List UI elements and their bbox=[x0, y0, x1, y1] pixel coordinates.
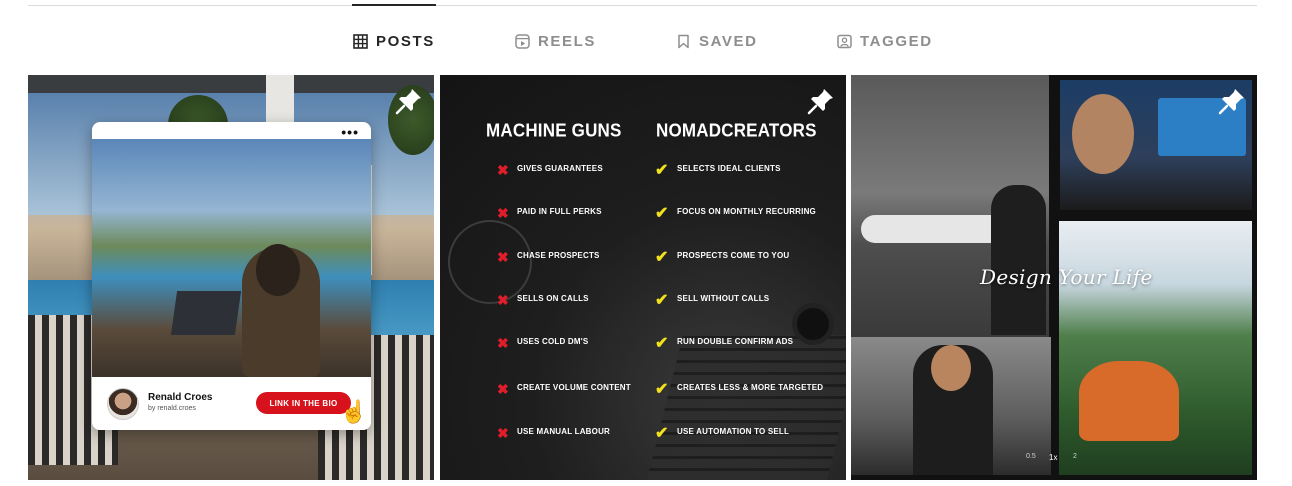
speed-option-slow: 0.5 bbox=[1026, 453, 1036, 460]
tab-posts[interactable]: POSTS bbox=[353, 28, 435, 54]
profile-tabs: POSTS REELS SAVED TAGGED bbox=[0, 28, 1292, 54]
machine-guns-heading: MACHINE GUNS bbox=[486, 120, 622, 141]
machine-guns-item: SELLS ON CALLS bbox=[517, 294, 589, 303]
post-3-photo-mountains bbox=[1059, 221, 1252, 475]
check-icon: ✔ bbox=[655, 335, 669, 352]
cross-icon: ✖ bbox=[497, 425, 509, 441]
nomadcreators-item: PROSPECTS COME TO YOU bbox=[677, 251, 790, 260]
pin-icon bbox=[807, 89, 833, 115]
tab-reels-label: REELS bbox=[538, 32, 597, 50]
face-illustration bbox=[1072, 94, 1134, 174]
nomadcreators-item: RUN DOUBLE CONFIRM ADS bbox=[677, 337, 794, 346]
card-username: Renald Croes bbox=[148, 392, 213, 403]
post-3-photo-airport bbox=[851, 75, 1049, 337]
post-1-card-footer: Renald Croes by renald.croes LINK IN THE… bbox=[92, 377, 371, 430]
tab-tagged-label: TAGGED bbox=[860, 32, 933, 50]
more-options-icon: ••• bbox=[341, 124, 359, 140]
cross-icon: ✖ bbox=[497, 249, 509, 265]
check-icon: ✔ bbox=[655, 162, 669, 179]
avatar bbox=[107, 388, 139, 420]
check-icon: ✔ bbox=[655, 205, 669, 222]
tab-tagged[interactable]: TAGGED bbox=[837, 28, 933, 54]
post-tile-1[interactable]: ••• Renald Croes by renald.croes LINK IN… bbox=[28, 75, 434, 480]
machine-guns-item: USES COLD DM'S bbox=[517, 337, 589, 346]
tabs-divider bbox=[28, 5, 1257, 6]
tab-saved-label: SAVED bbox=[699, 32, 758, 50]
check-icon: ✔ bbox=[655, 249, 669, 266]
cross-icon: ✖ bbox=[497, 205, 509, 221]
active-tab-indicator bbox=[352, 4, 436, 6]
nomadcreators-item: FOCUS ON MONTHLY RECURRING bbox=[677, 207, 816, 216]
machine-guns-item: CREATE VOLUME CONTENT bbox=[517, 383, 631, 392]
speed-option-normal: 1x bbox=[1049, 453, 1058, 462]
nomadcreators-heading: NOMADCREATORS bbox=[656, 120, 817, 141]
design-your-life-text: Design Your Life bbox=[980, 265, 1153, 289]
post-2-deco-keyboard bbox=[646, 335, 846, 480]
cross-icon: ✖ bbox=[497, 335, 509, 351]
post-1-card: ••• Renald Croes by renald.croes LINK IN… bbox=[92, 122, 371, 430]
post-3-photo-studio bbox=[851, 337, 1051, 475]
tab-posts-label: POSTS bbox=[376, 32, 435, 50]
post-2-deco-watch bbox=[792, 303, 834, 345]
tagged-user-icon bbox=[837, 34, 852, 48]
pin-icon bbox=[1218, 89, 1244, 115]
tab-reels[interactable]: REELS bbox=[515, 28, 596, 54]
check-icon: ✔ bbox=[655, 381, 669, 398]
reels-icon bbox=[515, 33, 530, 49]
post-1-card-photo bbox=[92, 139, 371, 377]
machine-guns-item: CHASE PROSPECTS bbox=[517, 251, 600, 260]
nomadcreators-item: CREATES LESS & MORE TARGETED bbox=[677, 383, 824, 392]
post-2-deco-vinyl bbox=[448, 220, 532, 304]
person-silhouette bbox=[991, 185, 1046, 335]
cross-icon: ✖ bbox=[497, 162, 509, 178]
pointer-hand-icon: ☝ bbox=[340, 399, 368, 424]
bookmark-icon bbox=[678, 34, 689, 48]
laptop-illustration bbox=[170, 291, 242, 335]
grid-icon bbox=[353, 33, 368, 49]
machine-guns-item: GIVES GUARANTEES bbox=[517, 164, 603, 173]
machine-guns-item: PAID IN FULL PERKS bbox=[517, 207, 602, 216]
machine-guns-item: USE MANUAL LABOUR bbox=[517, 427, 611, 436]
pin-icon bbox=[395, 89, 421, 115]
nomadcreators-item: SELECTS IDEAL CLIENTS bbox=[677, 164, 781, 173]
link-in-bio-button: LINK IN THE BIO bbox=[256, 392, 351, 414]
check-icon: ✔ bbox=[655, 292, 669, 309]
nomadcreators-item: USE AUTOMATION TO SELL bbox=[677, 427, 790, 436]
cross-icon: ✖ bbox=[497, 292, 509, 308]
speed-option-fast: 2 bbox=[1073, 453, 1077, 460]
nomadcreators-item: SELL WITHOUT CALLS bbox=[677, 294, 770, 303]
post-tile-3[interactable]: Design Your Life 0.5 1x 2 bbox=[851, 75, 1257, 480]
tab-saved[interactable]: SAVED bbox=[676, 28, 758, 54]
person-head-illustration bbox=[931, 345, 971, 391]
cross-icon: ✖ bbox=[497, 381, 509, 397]
post-1-roof bbox=[28, 75, 434, 93]
statue-illustration bbox=[1079, 361, 1179, 441]
person-head-illustration bbox=[256, 244, 300, 296]
card-handle: by renald.croes bbox=[148, 405, 196, 412]
check-icon: ✔ bbox=[655, 425, 669, 442]
post-tile-2[interactable]: MACHINE GUNS NOMADCREATORS ✖ GIVES GUARAN… bbox=[440, 75, 846, 480]
